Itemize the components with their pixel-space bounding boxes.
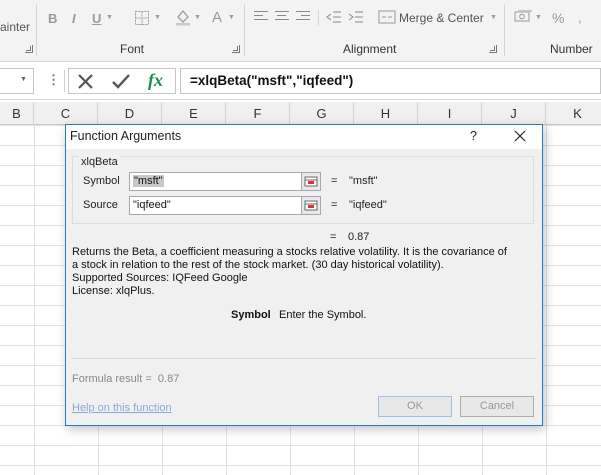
number-format-dropdown-icon[interactable]: ▼	[535, 14, 542, 21]
description-line: License: xlqPlus.	[72, 285, 155, 297]
dialog-title-bar[interactable]: Function Arguments ?	[66, 125, 542, 149]
dialog-divider	[72, 358, 536, 359]
function-arguments-dialog: Function Arguments ? xlqBeta Symbol "msf…	[65, 124, 543, 426]
merge-center-button[interactable]: Merge & Center	[399, 11, 484, 25]
source-input[interactable]: "iqfeed"	[129, 196, 302, 215]
formula-result-caption: Formula result =	[72, 373, 152, 385]
description-line: Returns the Beta, a coefficient measurin…	[72, 246, 507, 258]
font-color-button[interactable]: A	[212, 9, 222, 26]
column-header-b[interactable]: B	[0, 102, 34, 125]
underline-dropdown-icon[interactable]: ▼	[106, 14, 113, 21]
merge-dropdown-icon[interactable]: ▼	[490, 14, 497, 21]
insert-function-icon[interactable]: fx	[148, 70, 163, 91]
alignment-launcher-icon[interactable]	[489, 45, 497, 53]
source-label: Source	[83, 199, 118, 211]
decrease-indent-icon[interactable]	[326, 10, 342, 27]
fill-color-dropdown-icon[interactable]: ▼	[194, 14, 201, 21]
column-header-c[interactable]: C	[34, 102, 98, 125]
ok-button[interactable]: OK	[378, 396, 452, 417]
alignment-group-label: Alignment	[343, 42, 397, 56]
function-result-equals: =	[330, 231, 337, 243]
align-right-icon[interactable]	[296, 11, 310, 23]
symbol-collapse-dialog-icon[interactable]	[301, 172, 321, 191]
underline-button[interactable]: U	[92, 11, 101, 26]
comma-style-button[interactable]: ,	[578, 10, 582, 25]
ribbon-separator	[504, 4, 505, 56]
cancel-entry-icon[interactable]	[77, 73, 94, 93]
font-color-dropdown-icon[interactable]: ▼	[228, 14, 235, 21]
format-painter-label[interactable]: ainter	[0, 20, 30, 34]
symbol-label: Symbol	[83, 175, 120, 187]
source-equals: =	[331, 199, 338, 211]
borders-icon[interactable]	[134, 10, 150, 29]
formula-result-label: Formula result = 0.87	[72, 373, 179, 385]
cancel-button[interactable]: Cancel	[460, 396, 534, 417]
name-box[interactable]: ▼	[0, 68, 34, 94]
column-header-e[interactable]: E	[162, 102, 226, 125]
column-header-k[interactable]: K	[546, 102, 601, 125]
font-launcher-icon[interactable]	[232, 45, 240, 53]
function-result-value: 0.87	[348, 231, 370, 243]
symbol-input-value: "msft"	[133, 175, 164, 187]
formula-input[interactable]: =xlqBeta("msft","iqfeed")	[180, 68, 601, 94]
column-header-j[interactable]: J	[482, 102, 546, 125]
symbol-equals: =	[331, 175, 338, 187]
number-group-label: Number	[550, 42, 593, 56]
column-header-g[interactable]: G	[290, 102, 354, 125]
name-box-dropdown-icon[interactable]: ▼	[20, 76, 27, 83]
formula-bar-separator	[64, 70, 65, 92]
formula-bar-buttons: fx	[68, 68, 176, 94]
font-group-label: Font	[120, 42, 145, 56]
column-headers: B C D E F G H I J K	[0, 102, 601, 125]
source-result: "iqfeed"	[349, 199, 387, 211]
align-left-icon[interactable]	[254, 11, 268, 23]
argument-description-name: Symbol	[231, 309, 271, 321]
borders-dropdown-icon[interactable]: ▼	[154, 14, 161, 21]
function-description: Returns the Beta, a coefficient measurin…	[72, 246, 538, 298]
percent-button[interactable]: %	[552, 10, 564, 26]
italic-button[interactable]: I	[72, 11, 76, 26]
merge-center-icon[interactable]	[378, 9, 396, 28]
ribbon: ainter B I U ▼ ▼ ▼ A ▼ Font Merge & Cent…	[0, 0, 601, 62]
dialog-title: Function Arguments	[70, 129, 182, 143]
column-header-i[interactable]: I	[418, 102, 482, 125]
number-format-icon[interactable]	[514, 9, 534, 28]
formula-result-value: 0.87	[157, 373, 180, 385]
arguments-group: xlqBeta Symbol "msft" = "msft" Source "i…	[72, 156, 534, 224]
increase-indent-icon[interactable]	[348, 10, 364, 27]
argument-description-text: Enter the Symbol.	[279, 309, 367, 321]
bold-button[interactable]: B	[48, 11, 57, 26]
ribbon-separator	[318, 10, 319, 26]
description-line: a stock in relation to the rest of the s…	[72, 259, 444, 271]
ribbon-separator	[36, 4, 37, 56]
align-center-icon[interactable]	[275, 11, 289, 23]
fill-color-icon[interactable]	[174, 8, 192, 29]
column-header-d[interactable]: D	[98, 102, 162, 125]
symbol-input[interactable]: "msft"	[129, 172, 302, 191]
description-line: Supported Sources: IQFeed Google	[72, 272, 248, 284]
column-header-h[interactable]: H	[354, 102, 418, 125]
clipboard-launcher-icon[interactable]	[25, 45, 33, 53]
symbol-result: "msft"	[349, 175, 378, 187]
help-button[interactable]: ?	[470, 129, 477, 143]
close-icon[interactable]	[511, 127, 529, 145]
ribbon-separator	[244, 4, 245, 56]
formula-bar: ▼ ⋮ fx =xlqBeta("msft","iqfeed")	[0, 62, 601, 100]
formula-bar-grip-icon[interactable]: ⋮	[47, 72, 60, 88]
enter-checkmark-icon[interactable]	[111, 73, 131, 93]
help-on-function-link[interactable]: Help on this function	[72, 402, 172, 414]
grid-column-line	[546, 125, 547, 475]
grid-column-line	[34, 125, 35, 475]
source-collapse-dialog-icon[interactable]	[301, 196, 321, 215]
column-header-f[interactable]: F	[226, 102, 290, 125]
function-name: xlqBeta	[79, 156, 120, 168]
